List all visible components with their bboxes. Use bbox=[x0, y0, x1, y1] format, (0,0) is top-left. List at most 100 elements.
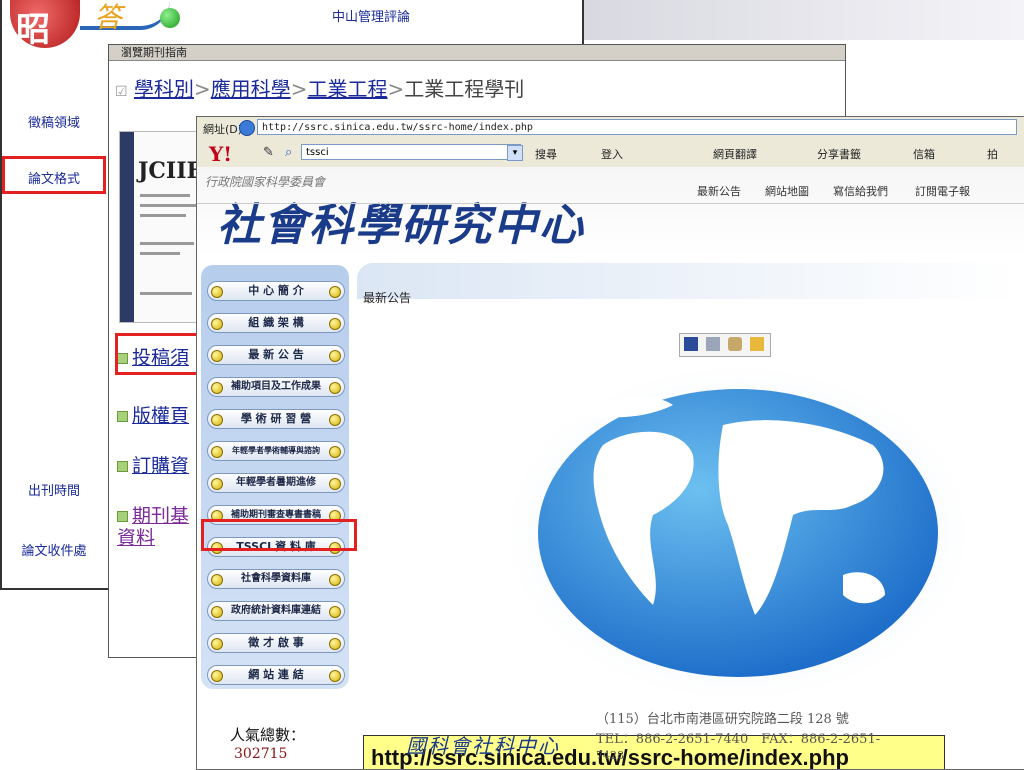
toolbar-search-input[interactable]: tssci bbox=[301, 144, 521, 160]
nav-bullet-icon bbox=[329, 382, 341, 394]
nav-bullet-icon bbox=[211, 318, 223, 330]
footer-logo: 國科會社科中心 bbox=[406, 734, 560, 758]
cover-spine bbox=[120, 132, 134, 322]
address-bar: 網址(D) http://ssrc.sinica.edu.tw/ssrc-hom… bbox=[197, 117, 1024, 140]
sidebar-item-submission-address[interactable]: 論文收件處 bbox=[2, 540, 106, 559]
nav-item-workshop[interactable]: 學 術 研 習 營 bbox=[207, 409, 345, 429]
site-logo: 昭 bbox=[10, 0, 80, 50]
journal-site-title: 中山管理評論 bbox=[332, 10, 411, 25]
hit-counter-value: 302715 bbox=[234, 746, 288, 762]
sidebar-item-publish-time[interactable]: 出刊時間 bbox=[2, 480, 106, 499]
site-logo-chars: 昭 bbox=[16, 10, 50, 50]
nav-bullet-icon bbox=[329, 446, 341, 458]
nav-bullet-icon bbox=[211, 382, 223, 394]
cover-text-line bbox=[140, 214, 186, 217]
nav-item-label: 最 新 公 告 bbox=[248, 348, 304, 361]
nav-item-about[interactable]: 中 心 簡 介 bbox=[207, 281, 345, 301]
nav-bullet-icon bbox=[329, 350, 341, 362]
world-globe-image bbox=[494, 357, 982, 709]
list-item-copyright[interactable]: 版權頁 bbox=[117, 401, 189, 428]
footer-address-block: （115）台北市南港區研究院路二段 128 號 TEL：886-2-2651-7… bbox=[596, 710, 936, 762]
nav-item-label: 網 站 連 結 bbox=[248, 668, 304, 681]
nav-item-links[interactable]: 網 站 連 結 bbox=[207, 665, 345, 685]
cover-text-line bbox=[140, 194, 190, 197]
nav-bullet-icon bbox=[211, 414, 223, 426]
nav-bullet-icon bbox=[211, 350, 223, 362]
nav-bullet-icon bbox=[329, 606, 341, 618]
content-tab bbox=[357, 263, 1017, 299]
bullet-icon bbox=[117, 511, 128, 522]
browse-window-header: 瀏覽期刊指南 bbox=[109, 45, 845, 61]
toolbar-extra-button[interactable]: 拍 bbox=[987, 146, 998, 162]
ssrc-org-line: 行政院國家科學委員會 bbox=[205, 175, 326, 189]
nav-item-label: 中 心 簡 介 bbox=[248, 284, 304, 297]
breadcrumb-separator: > bbox=[193, 77, 211, 101]
top-nav-newsletter[interactable]: 訂閱電子報 bbox=[915, 183, 970, 199]
highlight-box-submission-guide bbox=[115, 333, 205, 375]
toolbar-translate-button[interactable]: 網頁翻譯 bbox=[713, 146, 757, 162]
list-item-subscription[interactable]: 訂購資 bbox=[117, 451, 189, 478]
nav-item-label: 學 術 研 習 營 bbox=[240, 412, 312, 425]
nav-item-young-scholar-summer[interactable]: 年輕學者暑期進修 bbox=[207, 473, 345, 493]
toolbar-mail-button[interactable]: 信箱 bbox=[913, 146, 935, 162]
content-title: 最新公告 bbox=[363, 291, 412, 305]
yahoo-logo-icon[interactable]: Y! bbox=[209, 142, 232, 166]
nav-bullet-icon bbox=[211, 286, 223, 298]
breadcrumb-separator: > bbox=[290, 77, 308, 101]
hit-counter-label: 人氣總數： bbox=[230, 726, 306, 744]
nav-item-young-scholar-mentoring[interactable]: 年輕學者學術輔導與諮詢 bbox=[207, 441, 345, 461]
top-nav-sitemap[interactable]: 網站地圖 bbox=[765, 183, 809, 199]
logo-green-dot-icon bbox=[160, 8, 180, 28]
cover-text-line bbox=[140, 252, 180, 255]
nav-item-organization[interactable]: 組 織 架 構 bbox=[207, 313, 345, 333]
yahoo-toolbar: Y! ✎ ⌕ tssci ▾ 搜尋 登入 網頁翻譯 分享書籤 信箱 拍 bbox=[197, 139, 1024, 168]
logo-swoosh-chars: 答 bbox=[94, 1, 123, 34]
print-icon[interactable] bbox=[706, 337, 720, 351]
journal-sidebar: 徵稿領域 論文格式 出刊時間 論文收件處 bbox=[2, 48, 106, 588]
list-item-journal-basics-cont[interactable]: 資料 bbox=[117, 523, 155, 550]
nav-bullet-icon bbox=[211, 478, 223, 490]
breadcrumb-industrial-engineering[interactable]: 工業工程 bbox=[307, 77, 387, 101]
nav-item-label: 年輕學者學術輔導與諮詢 bbox=[232, 446, 320, 455]
mail-icon[interactable] bbox=[728, 337, 742, 351]
chevron-down-icon[interactable]: ▾ bbox=[507, 145, 523, 161]
toolbar-login-button[interactable]: 登入 bbox=[601, 146, 623, 162]
breadcrumb-subject[interactable]: 學科別 bbox=[134, 77, 194, 101]
export-icon[interactable] bbox=[750, 337, 764, 351]
breadcrumb-edit-icon: ☑ bbox=[115, 84, 128, 100]
nav-item-label: 社會科學資料庫 bbox=[241, 573, 311, 584]
content-toolbar bbox=[679, 333, 771, 357]
nav-item-latest-news[interactable]: 最 新 公 告 bbox=[207, 345, 345, 365]
address-label: 網址(D) bbox=[203, 123, 243, 136]
top-nav-latest-news[interactable]: 最新公告 bbox=[697, 183, 741, 199]
nav-item-funding[interactable]: 補助項目及工作成果 bbox=[207, 377, 345, 397]
nav-bullet-icon bbox=[329, 574, 341, 586]
top-nav-contact[interactable]: 寫信給我們 bbox=[833, 183, 888, 199]
ssrc-left-nav: 中 心 簡 介 組 織 架 構 最 新 公 告 補助項目及工作成果 學 術 研 … bbox=[201, 265, 349, 689]
footer-phone: TEL：886-2-2651-7440 FAX：886-2-2651- bbox=[596, 732, 881, 747]
nav-bullet-icon bbox=[211, 446, 223, 458]
save-icon[interactable] bbox=[684, 337, 698, 351]
search-icon: ⌕ bbox=[285, 145, 293, 160]
cover-text-line bbox=[140, 204, 196, 207]
nav-bullet-icon bbox=[329, 670, 341, 682]
breadcrumb-applied-science[interactable]: 應用科學 bbox=[211, 77, 291, 101]
list-item-label: 訂購資 bbox=[132, 455, 190, 477]
sidebar-item-call-for-papers[interactable]: 徵稿領域 bbox=[2, 112, 106, 131]
nav-item-label: 徵 才 啟 事 bbox=[248, 636, 304, 649]
toolbar-bookmark-button[interactable]: 分享書籤 bbox=[817, 146, 861, 162]
ssrc-browser-window: 網址(D) http://ssrc.sinica.edu.tw/ssrc-hom… bbox=[196, 116, 1024, 770]
nav-item-social-science-db[interactable]: 社會科學資料庫 bbox=[207, 569, 345, 589]
nav-item-jobs[interactable]: 徵 才 啟 事 bbox=[207, 633, 345, 653]
nav-bullet-icon bbox=[329, 638, 341, 650]
footer-address: （115）台北市南港區研究院路二段 128 號 bbox=[596, 712, 849, 727]
nav-bullet-icon bbox=[329, 414, 341, 426]
nav-item-gov-stats[interactable]: 政府統計資料庫連結 bbox=[207, 601, 345, 621]
pencil-icon[interactable]: ✎ bbox=[263, 145, 274, 160]
address-input[interactable]: http://ssrc.sinica.edu.tw/ssrc-home/inde… bbox=[257, 119, 1017, 135]
toolbar-search-button[interactable]: 搜尋 bbox=[535, 146, 557, 162]
nav-item-label: 政府統計資料庫連結 bbox=[231, 605, 321, 616]
ie-page-icon bbox=[239, 120, 255, 136]
footer-phone-tail: 7428 bbox=[596, 749, 624, 762]
journal-cover-image: JCIIE bbox=[119, 131, 205, 323]
